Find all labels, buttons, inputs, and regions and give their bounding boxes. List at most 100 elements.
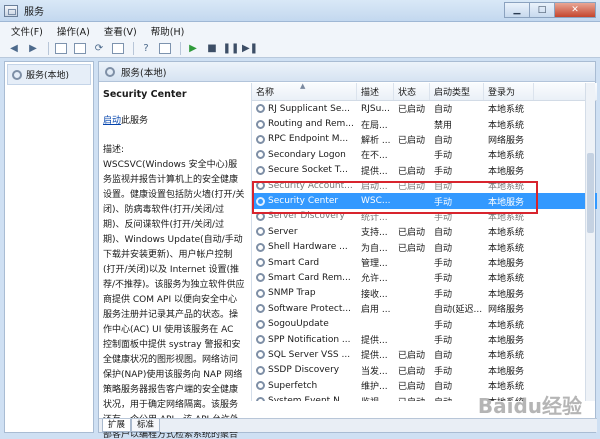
service-desc-cell: 允许...: [361, 274, 388, 285]
table-row[interactable]: Smart Card 管理... 手动 本地服务: [252, 255, 597, 270]
service-startup-cell: 自动: [434, 351, 453, 362]
service-name-text: System Event N...: [268, 396, 348, 401]
help-icon[interactable]: ?: [138, 42, 154, 56]
menu-file[interactable]: 文件(F): [4, 24, 50, 38]
service-logon-cell: 网络服务: [488, 135, 525, 146]
menu-help[interactable]: 帮助(H): [144, 24, 192, 38]
properties-icon[interactable]: [72, 42, 88, 56]
view-tabs: 扩展 标准: [99, 418, 597, 432]
toolbar: ◀ ▶ ⟳ ? ▶ ■ ❚❚ ▶❚: [0, 40, 600, 58]
restart-service-icon[interactable]: ▶❚: [242, 42, 258, 56]
forward-arrow-icon[interactable]: ▶: [25, 42, 41, 56]
table-row[interactable]: RPC Endpoint M... 解析 ... 已启动 自动 网络服务: [252, 132, 597, 147]
service-name-text: SNMP Trap: [268, 288, 316, 299]
service-desc-cell: 启用 ...: [361, 305, 391, 316]
column-header-description[interactable]: 描述: [357, 83, 394, 100]
column-header-status[interactable]: 状态: [394, 83, 430, 100]
tab-standard[interactable]: 标准: [131, 419, 161, 432]
service-logon-cell: 本地系统: [488, 212, 525, 223]
table-row[interactable]: Server 支持... 已启动 自动 本地系统: [252, 224, 597, 239]
show-hide-icon[interactable]: [157, 42, 173, 56]
service-name-text: SPP Notification ...: [268, 334, 351, 345]
gear-icon: [256, 258, 265, 268]
service-title: Security Center: [103, 89, 187, 100]
table-row[interactable]: Server Discovery 统计... 手动 本地系统: [252, 209, 597, 224]
table-row[interactable]: SQL Server VSS ... 提供... 已启动 自动 本地系统: [252, 347, 597, 362]
minimize-button[interactable]: ▁: [504, 2, 530, 18]
service-startup-cell: 手动: [434, 336, 453, 347]
service-desc-cell: 启动...: [361, 182, 388, 193]
service-desc-cell: 支持...: [361, 228, 388, 239]
close-button[interactable]: ✕: [554, 2, 596, 18]
toolbar-separator: [48, 42, 49, 55]
menu-bar: 文件(F) 操作(A) 查看(V) 帮助(H): [0, 22, 600, 40]
vertical-scrollbar[interactable]: [585, 83, 595, 401]
pause-service-icon[interactable]: ❚❚: [223, 42, 240, 56]
table-row[interactable]: Smart Card Rem... 允许... 手动 本地系统: [252, 270, 597, 285]
service-startup-cell: 自动: [434, 182, 453, 193]
table-row[interactable]: Secondary Logon 在不... 手动 本地系统: [252, 147, 597, 162]
service-status-cell: 已启动: [398, 166, 426, 177]
gear-icon: [256, 350, 265, 360]
tab-extended[interactable]: 扩展: [102, 419, 132, 432]
column-header-logon-as[interactable]: 登录为: [484, 83, 534, 100]
service-status-cell: 已启动: [394, 395, 430, 401]
gear-icon: [256, 165, 265, 175]
service-startup-cell: 自动(延迟...: [434, 305, 483, 316]
service-status-cell: 已启动: [398, 182, 426, 193]
gear-icon: [256, 104, 265, 114]
service-desc-cell: 在不...: [361, 151, 388, 162]
table-row[interactable]: Software Protect... 启用 ... 自动(延迟... 网络服务: [252, 301, 597, 316]
gear-icon: [256, 273, 265, 283]
sort-up-icon: ▲: [300, 83, 306, 90]
export-list-icon[interactable]: [110, 42, 126, 56]
service-status-cell: 已启动: [398, 382, 426, 393]
table-row[interactable]: Routing and Rem... 在局... 禁用 本地系统: [252, 116, 597, 131]
table-row[interactable]: RJ Supplicant Se... RJSu... 已启动 自动 本地系统: [252, 101, 597, 116]
service-description-panel: Security Center 启动此服务 描述: WSCSVC(Windows…: [99, 83, 249, 439]
gear-icon: [12, 69, 22, 80]
refresh-icon[interactable]: ⟳: [91, 42, 107, 56]
service-name-text: Security Center: [268, 196, 339, 207]
menu-view[interactable]: 查看(V): [97, 24, 144, 38]
menu-action[interactable]: 操作(A): [50, 24, 97, 38]
service-desc-cell: 提供...: [361, 351, 388, 362]
table-row[interactable]: Shell Hardware ... 为自... 已启动 自动 本地系统: [252, 240, 597, 255]
column-header-name[interactable]: ▲ 名称: [252, 83, 357, 100]
maximize-button[interactable]: □: [529, 2, 555, 18]
table-row[interactable]: Secure Socket T... 提供... 已启动 手动 本地服务: [252, 163, 597, 178]
tree-item-services-local[interactable]: 服务(本地): [7, 64, 91, 85]
service-desc-cell: WSC...: [361, 196, 391, 207]
service-name-cell: SSDP Discovery: [252, 365, 357, 375]
scrollbar-thumb[interactable]: [587, 153, 594, 233]
console-tree-icon[interactable]: [53, 42, 69, 56]
stop-service-icon[interactable]: ■: [204, 42, 220, 56]
gear-icon: [256, 396, 265, 401]
service-desc-cell: 维护...: [361, 382, 388, 393]
gear-icon: [256, 365, 265, 375]
table-row[interactable]: SNMP Trap 接收... 手动 本地服务: [252, 286, 597, 301]
table-row[interactable]: Security Center WSC... 手动 本地服务: [252, 193, 597, 209]
table-row[interactable]: SSDP Discovery 当发... 已启动 手动 本地服务: [252, 363, 597, 378]
start-service-icon[interactable]: ▶: [185, 42, 201, 56]
gear-icon: [256, 134, 265, 144]
service-startup-cell: 手动: [434, 151, 453, 162]
service-logon-cell: 本地系统: [488, 243, 525, 254]
table-row[interactable]: Security Account... 启动... 已启动 自动 本地系统: [252, 178, 597, 193]
table-row[interactable]: SPP Notification ... 提供... 手动 本地服务: [252, 332, 597, 347]
service-name-text: Server: [268, 226, 298, 237]
gear-icon: [256, 335, 265, 345]
services-app-icon: [4, 4, 18, 17]
service-startup-cell: 自动: [434, 105, 453, 116]
service-startup-cell: 手动: [434, 197, 453, 208]
table-row[interactable]: SogouUpdate 手动 本地系统: [252, 316, 597, 331]
column-header-startup-type[interactable]: 启动类型: [430, 83, 484, 100]
service-desc-cell: 提供...: [361, 336, 388, 347]
service-name-text: SQL Server VSS ...: [268, 349, 351, 360]
service-name-cell: System Event N...: [252, 396, 357, 401]
service-desc-cell: RJSu...: [361, 103, 390, 114]
back-arrow-icon[interactable]: ◀: [6, 42, 22, 56]
service-startup-cell: 自动: [430, 395, 484, 401]
start-service-link[interactable]: 启动: [103, 116, 121, 126]
gear-icon: [256, 242, 265, 252]
